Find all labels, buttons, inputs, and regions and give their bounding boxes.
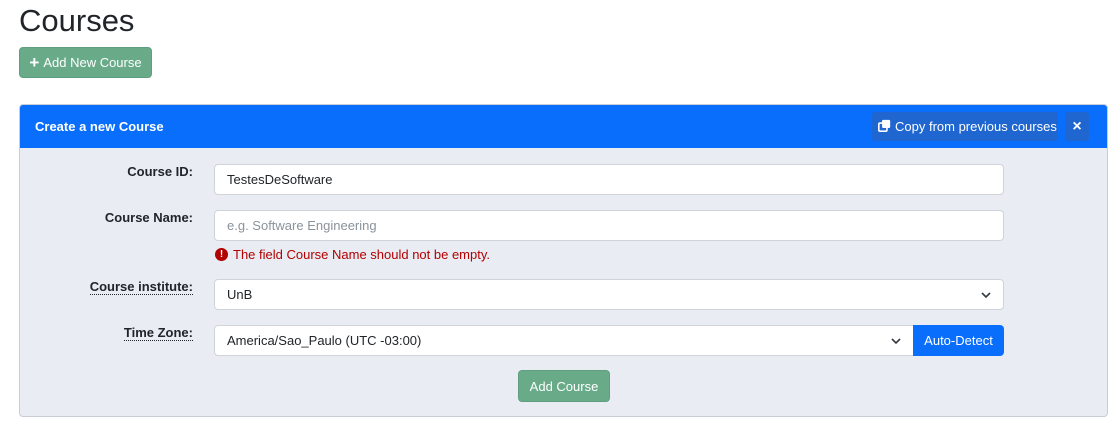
course-name-error: ! The field Course Name should not be em… — [215, 247, 490, 262]
plus-icon: + — [29, 53, 40, 72]
chevron-down-icon — [891, 338, 901, 345]
course-name-label: Course Name: — [104, 210, 193, 225]
institute-select[interactable]: UnB — [214, 279, 1004, 310]
copy-from-previous-label: Copy from previous courses — [895, 119, 1057, 134]
institute-selected-value: UnB — [227, 287, 253, 302]
timezone-selected-value: America/Sao_Paulo (UTC -03:00) — [227, 333, 422, 348]
course-name-error-text: The field Course Name should not be empt… — [233, 247, 491, 262]
timezone-label: Time Zone: — [123, 325, 193, 341]
close-icon: × — [1072, 117, 1082, 135]
card-title: Create a new Course — [35, 119, 164, 134]
copy-icon — [878, 119, 891, 135]
page-title: Courses — [19, 3, 135, 38]
create-course-card: Create a new Course Copy from previous c… — [19, 104, 1108, 417]
add-new-course-label: Add New Course — [43, 55, 142, 70]
exclamation-circle-icon: ! — [215, 248, 228, 261]
course-id-label: Course ID: — [127, 164, 193, 179]
card-header: Create a new Course Copy from previous c… — [20, 105, 1107, 148]
course-name-input[interactable]: e.g. Software Engineering — [214, 210, 1004, 241]
copy-from-previous-button[interactable]: Copy from previous courses — [872, 112, 1058, 141]
auto-detect-button[interactable]: Auto-Detect — [913, 325, 1004, 356]
course-id-input[interactable]: TestesDeSoftware — [214, 164, 1004, 195]
timezone-select[interactable]: America/Sao_Paulo (UTC -03:00) — [214, 325, 914, 356]
add-course-button[interactable]: Add Course — [518, 370, 610, 402]
chevron-down-icon — [981, 292, 991, 299]
institute-label: Course institute: — [89, 279, 193, 295]
close-button[interactable]: × — [1065, 112, 1089, 141]
add-new-course-button[interactable]: + Add New Course — [19, 47, 152, 78]
